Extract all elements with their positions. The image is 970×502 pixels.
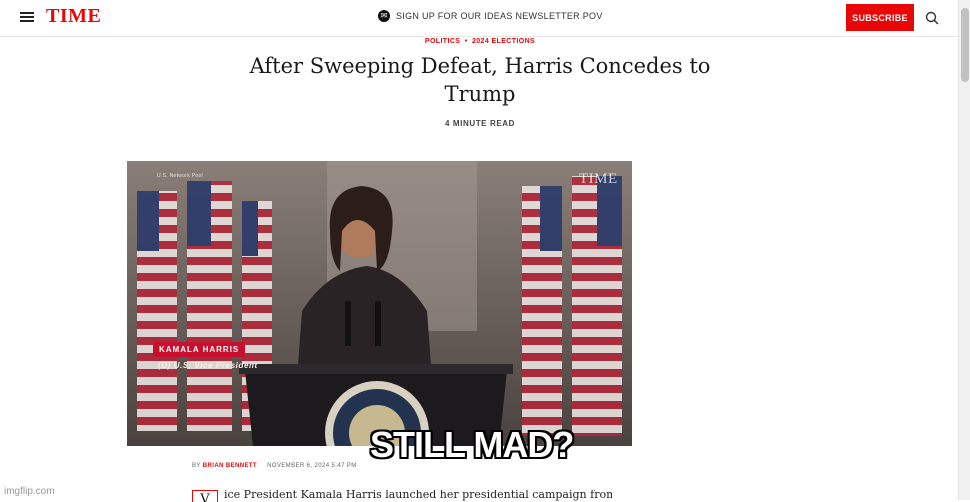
article-headline: After Sweeping Defeat, Harris Concedes t… [249, 54, 711, 106]
dropcap: V [192, 490, 218, 502]
author-link[interactable]: BRIAN BENNETT [203, 463, 257, 469]
read-time: 4 MINUTE READ [444, 119, 516, 128]
lower-third-title: (D) U.S. Vice President [158, 361, 258, 370]
site-header: TIME ✉ SIGN UP FOR OUR IDEAS NEWSLETTER … [0, 0, 958, 37]
article-kicker: POLITICS • 2024 ELECTIONS [380, 38, 580, 45]
kicker-section-link[interactable]: POLITICS [425, 38, 460, 45]
meme-caption: STILL MAD? [370, 424, 574, 465]
newsletter-text: SIGN UP FOR OUR IDEAS NEWSLETTER POV [396, 11, 603, 21]
search-icon[interactable] [925, 11, 939, 25]
publish-date: NOVEMBER 6, 2024 5:47 PM [267, 463, 357, 469]
lower-third-name: KAMALA HARRIS [153, 342, 246, 357]
byline: BY BRIAN BENNETT NOVEMBER 6, 2024 5:47 P… [192, 463, 357, 469]
subscribe-button[interactable]: SUBSCRIBE [846, 4, 914, 31]
hero-time-watermark: TIME [579, 171, 618, 187]
newsletter-icon: ✉ [378, 10, 390, 22]
kicker-separator: • [464, 38, 468, 45]
hero-video-still[interactable]: U.S. Network Pool TIME KAMALA HARRIS (D)… [127, 161, 632, 446]
hamburger-menu-icon[interactable] [20, 12, 34, 22]
hero-image-art [127, 161, 632, 446]
byline-prefix: BY [192, 463, 201, 469]
imgflip-watermark: imgflip.com [4, 486, 55, 497]
vertical-scrollbar[interactable] [958, 0, 970, 500]
kicker-topic-link[interactable]: 2024 ELECTIONS [472, 38, 535, 45]
body-first-line: ice President Kamala Harris launched her… [224, 490, 612, 501]
scrollbar-thumb[interactable] [961, 8, 969, 82]
newsletter-signup-link[interactable]: ✉ SIGN UP FOR OUR IDEAS NEWSLETTER POV [378, 10, 603, 22]
hero-source-credit: U.S. Network Pool [157, 173, 203, 179]
article-body: V ice President Kamala Harris launched h… [192, 490, 612, 502]
time-logo[interactable]: TIME [46, 5, 101, 28]
